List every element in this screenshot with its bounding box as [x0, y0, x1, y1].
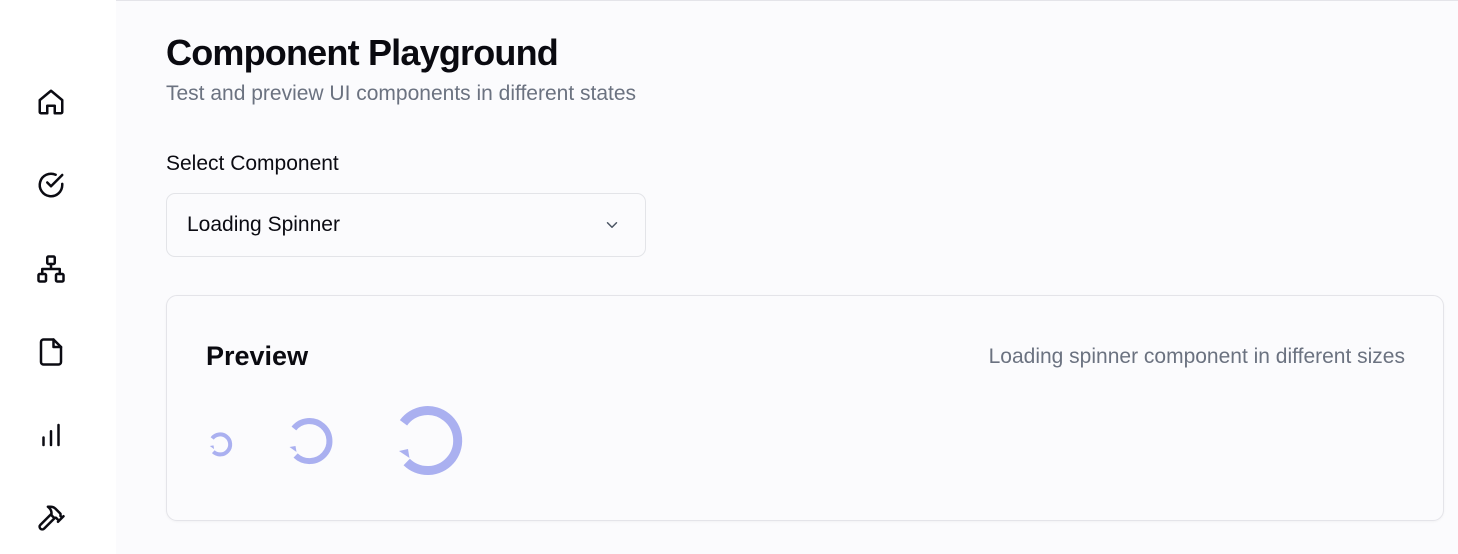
chevron-down-icon	[606, 222, 618, 228]
component-select-value: Loading Spinner	[187, 213, 340, 236]
preview-description: Loading spinner component in different s…	[988, 345, 1405, 368]
hammer-icon	[38, 505, 65, 531]
spinner-medium	[289, 418, 333, 465]
sidebar-item-tools[interactable]	[33, 500, 69, 536]
sitemap-icon	[37, 255, 65, 283]
sidebar	[0, 0, 116, 554]
page-subtitle: Test and preview UI components in differ…	[166, 82, 637, 105]
preview-card: Preview Loading spinner component in dif…	[166, 295, 1444, 521]
select-component-label: Select Component	[166, 152, 339, 175]
component-select[interactable]: Loading Spinner	[166, 193, 646, 257]
main-content: Component Playground Test and preview UI…	[166, 0, 1458, 554]
sidebar-item-analytics[interactable]	[33, 417, 69, 453]
sidebar-item-structure[interactable]	[33, 251, 69, 287]
sidebar-item-documents[interactable]	[33, 334, 69, 370]
spinner-large	[399, 406, 463, 476]
preview-title: Preview	[206, 341, 309, 371]
bar-chart-icon	[42, 423, 60, 447]
check-circle-icon	[38, 172, 64, 198]
spinner-small	[209, 432, 233, 457]
sidebar-item-home[interactable]	[33, 84, 69, 120]
file-icon	[39, 338, 63, 366]
sidebar-item-tasks[interactable]	[33, 167, 69, 203]
page-title: Component Playground	[166, 32, 559, 73]
home-icon	[38, 89, 64, 115]
